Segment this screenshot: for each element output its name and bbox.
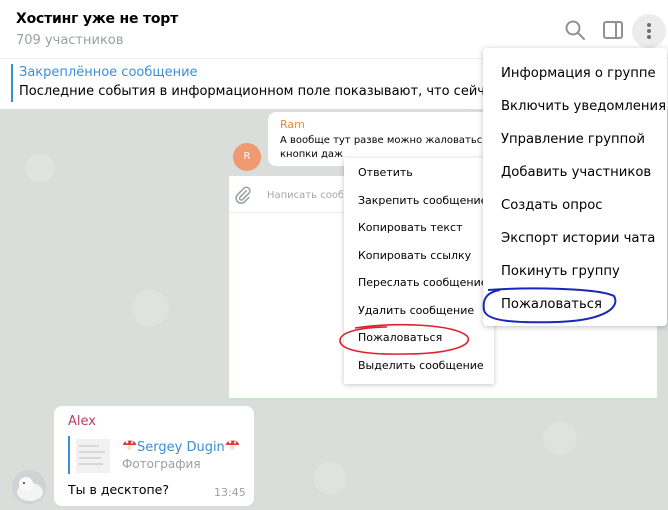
avatar[interactable]	[12, 470, 46, 504]
forwarded-from-name: Sergey Dugin	[137, 440, 225, 455]
embedded-context-menu: Ответить Закрепить сообщение Копировать …	[344, 158, 494, 384]
more-menu-button[interactable]	[632, 14, 666, 48]
group-actions-menu: Информация о группе Включить уведомления…	[483, 48, 667, 326]
more-vertical-icon	[647, 23, 651, 39]
ctx-item-report: Пожаловаться	[358, 331, 443, 344]
forward-accent-bar	[68, 436, 70, 474]
forwarded-from[interactable]: Sergey Dugin	[122, 437, 240, 455]
forwarded-photo-thumbnail[interactable]	[76, 439, 110, 473]
menu-item-group-info[interactable]: Информация о группе	[501, 66, 656, 81]
menu-item-create-poll[interactable]: Создать опрос	[501, 198, 603, 213]
member-count: 709 участников	[16, 33, 124, 48]
ctx-item-copy-link: Копировать ссылку	[358, 249, 472, 262]
ctx-item-delete: Удалить сообщение	[358, 304, 475, 317]
menu-item-enable-notifications[interactable]: Включить уведомления	[501, 99, 666, 114]
seal-avatar-icon	[12, 470, 46, 504]
message-bubble[interactable]: Alex Sergey Dugin Фотография Ты в дескто…	[54, 406, 254, 506]
message-time: 13:45	[214, 486, 246, 499]
pinned-accent-bar	[11, 64, 13, 102]
pinned-title: Закреплённое сообщение	[19, 65, 198, 80]
ctx-item-forward: Переслать сообщение	[358, 276, 488, 289]
attach-icon	[235, 186, 251, 204]
ctx-item-copy-text: Копировать текст	[358, 221, 463, 234]
chat-title: Хостинг уже не торт	[16, 11, 179, 27]
mushroom-emoji-icon	[123, 440, 136, 450]
message-text: Ты в десктопе?	[68, 482, 170, 497]
menu-item-manage-group[interactable]: Управление группой	[501, 132, 645, 147]
ctx-item-reply: Ответить	[358, 166, 413, 179]
embedded-sender-name: Ram	[280, 118, 305, 131]
ctx-item-pin: Закрепить сообщение	[358, 194, 488, 207]
embedded-input-placeholder: Написать сообщение	[267, 190, 343, 201]
embedded-avatar: R	[233, 143, 261, 171]
menu-item-add-members[interactable]: Добавить участников	[501, 165, 651, 180]
menu-item-export-history[interactable]: Экспорт истории чата	[501, 231, 655, 246]
pinned-text: Последние события в информационном поле …	[19, 84, 489, 99]
embedded-input-divider	[229, 212, 344, 213]
message-sender: Alex	[68, 414, 96, 429]
menu-item-report[interactable]: Пожаловаться	[501, 297, 602, 312]
sidebar-toggle-icon[interactable]	[601, 18, 625, 42]
mushroom-emoji-icon	[225, 440, 239, 450]
forwarded-media-type: Фотография	[122, 457, 201, 471]
search-icon[interactable]	[563, 18, 587, 42]
menu-item-leave-group[interactable]: Покинуть группу	[501, 264, 620, 279]
ctx-item-select: Выделить сообщение	[358, 359, 484, 372]
